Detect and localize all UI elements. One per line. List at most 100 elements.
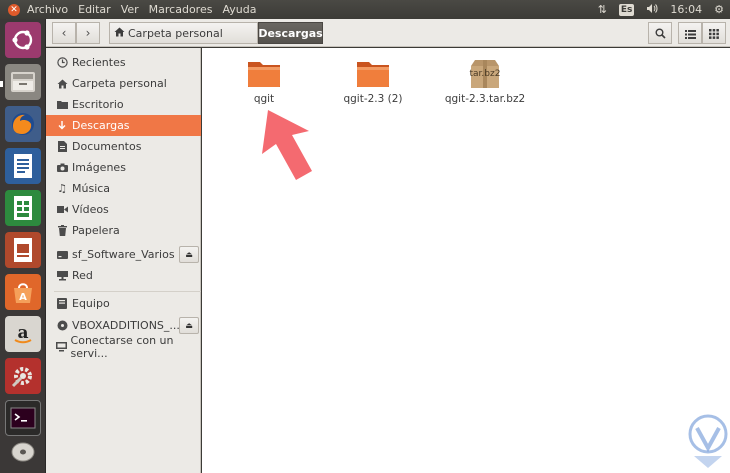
sidebar-item-label: Red xyxy=(72,269,93,282)
firefox-icon[interactable] xyxy=(5,106,41,142)
sidebar-item-label: Música xyxy=(72,182,111,195)
file-name: qgit-2.3 (2) xyxy=(343,93,403,105)
grid-view-icon xyxy=(709,24,719,43)
list-view-button[interactable] xyxy=(678,22,702,44)
disc-icon xyxy=(54,320,70,331)
power-gear-icon[interactable]: ⚙ xyxy=(714,3,724,16)
folder-icon xyxy=(246,58,282,90)
home-icon xyxy=(114,27,125,40)
writer-icon[interactable] xyxy=(5,148,41,184)
sidebar-item-label: Documentos xyxy=(72,140,142,153)
sidebar-item-label: Imágenes xyxy=(72,161,126,174)
amazon-icon[interactable]: a xyxy=(5,316,41,352)
sidebar-item-videos[interactable]: Vídeos xyxy=(46,199,201,220)
sidebar-item-carpeta-personal[interactable]: Carpeta personal xyxy=(46,73,201,94)
grid-view-button[interactable] xyxy=(702,22,726,44)
sidebar-item-descargas[interactable]: Descargas xyxy=(46,115,201,136)
sidebar-item-label: Conectarse con un servi... xyxy=(70,333,174,360)
sidebar-item-papelera[interactable]: Papelera xyxy=(46,220,201,241)
volume-icon[interactable] xyxy=(646,3,658,17)
terminal-icon[interactable] xyxy=(5,400,41,436)
document-icon xyxy=(54,141,70,152)
back-button[interactable]: ‹ xyxy=(52,22,76,44)
close-window-icon[interactable]: ✕ xyxy=(8,3,20,16)
sidebar-item-red[interactable]: Red xyxy=(46,265,201,286)
menu-editar[interactable]: Editar xyxy=(78,3,111,16)
eject-button[interactable]: ⏏ xyxy=(179,246,199,263)
file-item[interactable]: tar.bz2 qgit-2.3.tar.bz2 xyxy=(440,58,530,105)
list-view-icon xyxy=(684,24,696,43)
breadcrumb-home[interactable]: Carpeta personal xyxy=(109,22,258,44)
sidebar-item-equipo[interactable]: Equipo xyxy=(46,293,201,314)
eject-icon: ⏏ xyxy=(185,250,193,259)
sidebar-item-musica[interactable]: ♫ Música xyxy=(46,178,201,199)
svg-text:A: A xyxy=(19,292,27,303)
files-app-icon[interactable] xyxy=(5,64,41,100)
forward-button[interactable]: › xyxy=(76,22,100,44)
top-panel: ✕ Archivo Editar Ver Marcadores Ayuda ⇅ … xyxy=(0,0,730,19)
folder-icon xyxy=(355,58,391,90)
file-view[interactable]: qgit qgit-2.3 (2) tar.bz2 qgit-2.3.tar.b… xyxy=(202,48,730,473)
file-item[interactable]: qgit-2.3 (2) xyxy=(328,58,418,105)
menu-bar: ✕ Archivo Editar Ver Marcadores Ayuda xyxy=(8,3,266,16)
chevron-left-icon: ‹ xyxy=(61,26,67,40)
sidebar-item-sf-software-varios[interactable]: sf_Software_Varios ⏏ xyxy=(46,244,201,265)
sidebar-item-label: VBOXADDITIONS_... xyxy=(72,319,180,332)
sidebar-item-imagenes[interactable]: Imágenes xyxy=(46,157,201,178)
sidebar-item-label: Carpeta personal xyxy=(72,77,167,90)
music-icon: ♫ xyxy=(57,182,67,195)
site-watermark-logo xyxy=(688,414,728,468)
menu-marcadores[interactable]: Marcadores xyxy=(149,3,213,16)
keyboard-layout-indicator[interactable]: Es xyxy=(618,3,635,16)
calc-icon[interactable] xyxy=(5,190,41,226)
sidebar-item-escritorio[interactable]: Escritorio xyxy=(46,94,201,115)
ubuntu-dash-icon[interactable] xyxy=(5,22,41,58)
eject-icon: ⏏ xyxy=(185,321,193,330)
archive-icon: tar.bz2 xyxy=(467,58,503,90)
network-arrows-icon[interactable]: ⇅ xyxy=(598,3,607,16)
svg-text:a: a xyxy=(17,323,28,343)
sidebar-item-label: Escritorio xyxy=(72,98,124,111)
network-icon xyxy=(54,270,70,281)
sidebar-item-label: Papelera xyxy=(72,224,120,237)
menu-ver[interactable]: Ver xyxy=(121,3,139,16)
menu-archivo[interactable]: Archivo xyxy=(27,3,68,16)
sidebar-item-label: Vídeos xyxy=(72,203,109,216)
clock[interactable]: 16:04 xyxy=(670,3,702,16)
file-item[interactable]: qgit xyxy=(219,58,309,105)
chevron-right-icon: › xyxy=(85,26,91,40)
home-icon xyxy=(54,79,70,89)
sidebar-item-recientes[interactable]: Recientes xyxy=(46,52,201,73)
trash-icon xyxy=(54,225,70,236)
file-name: qgit-2.3.tar.bz2 xyxy=(444,93,526,105)
file-name: qgit xyxy=(253,93,275,105)
video-icon xyxy=(54,205,70,214)
download-icon xyxy=(54,120,70,131)
software-center-icon[interactable]: A xyxy=(5,274,41,310)
sidebar-item-conectarse-servidor[interactable]: Conectarse con un servi... xyxy=(46,333,201,360)
server-icon xyxy=(54,341,69,352)
annotation-arrow-icon xyxy=(262,110,312,180)
search-icon xyxy=(655,24,666,43)
folder-icon xyxy=(54,100,70,109)
sidebar-divider xyxy=(54,291,201,292)
computer-icon xyxy=(54,298,70,309)
sidebar-item-label: sf_Software_Varios xyxy=(72,248,175,261)
eject-button[interactable]: ⏏ xyxy=(179,317,199,334)
breadcrumb-current[interactable]: Descargas xyxy=(258,22,323,44)
menu-ayuda[interactable]: Ayuda xyxy=(222,3,256,16)
launcher: A a xyxy=(0,19,46,473)
disc-icon[interactable] xyxy=(5,437,41,467)
indicator-area: ⇅ Es 16:04 ⚙ xyxy=(598,0,724,19)
system-settings-icon[interactable] xyxy=(5,358,41,394)
breadcrumb-home-label: Carpeta personal xyxy=(128,26,223,40)
search-button[interactable] xyxy=(648,22,672,44)
drive-icon xyxy=(54,250,70,259)
active-app-indicator xyxy=(0,81,4,87)
impress-icon[interactable] xyxy=(5,232,41,268)
clock-icon xyxy=(54,57,70,68)
sidebar-item-documentos[interactable]: Documentos xyxy=(46,136,201,157)
camera-icon xyxy=(54,163,70,172)
sidebar-item-label: Recientes xyxy=(72,56,126,69)
sidebar-item-label: Descargas xyxy=(72,119,130,132)
